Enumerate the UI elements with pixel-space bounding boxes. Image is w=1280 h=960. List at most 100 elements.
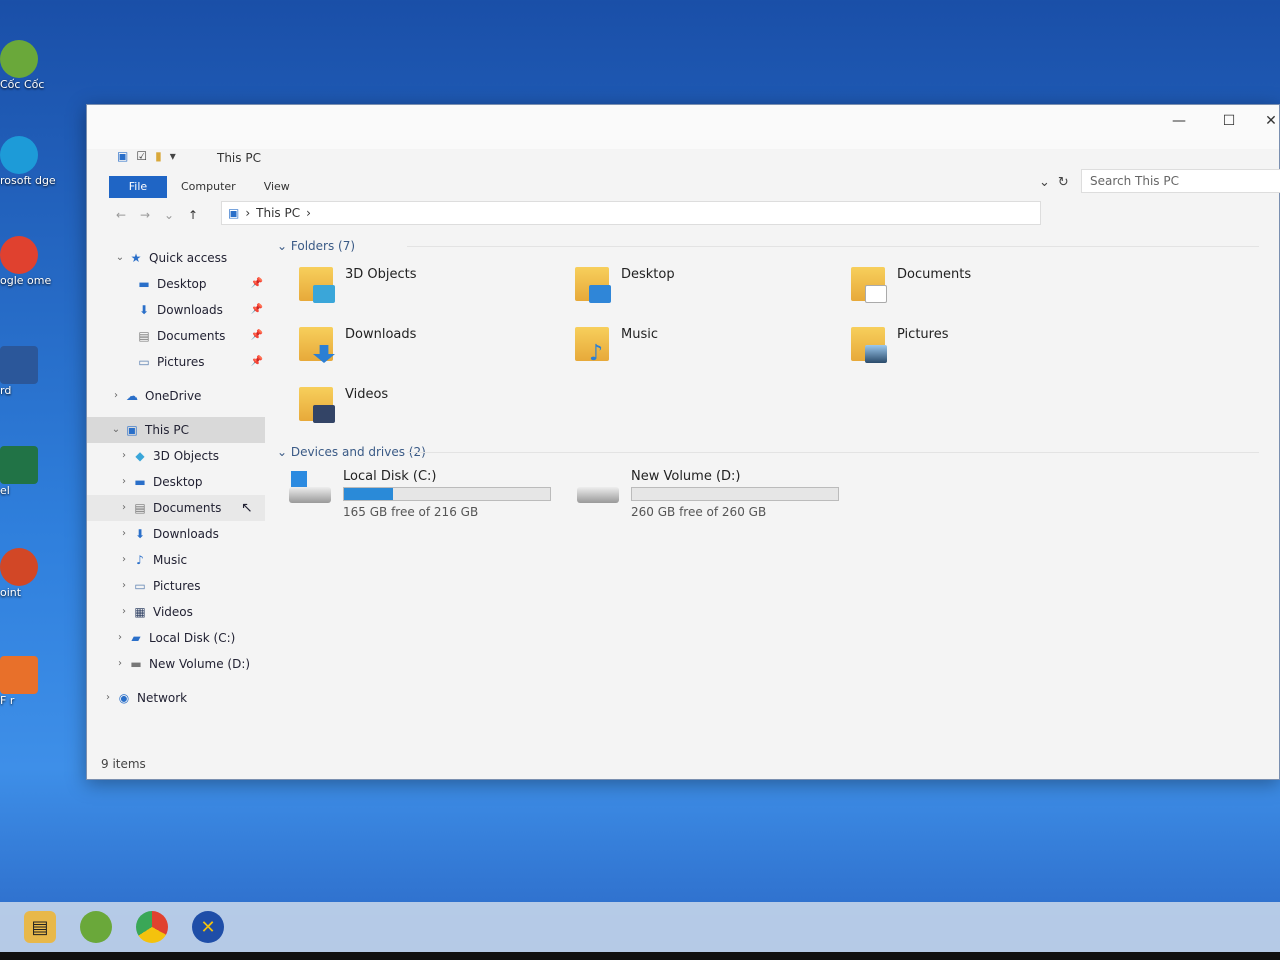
nav-quick-desktop[interactable]: ▬ Desktop 📌 — [87, 271, 267, 297]
nav-item-label: Pictures — [153, 579, 201, 593]
folder-downloads-icon — [297, 321, 337, 365]
nav-onedrive[interactable]: › ☁ OneDrive — [87, 383, 267, 409]
folder-label: Videos — [345, 387, 389, 402]
nav-pc-videos[interactable]: › ▦ Videos — [87, 599, 267, 625]
chevron-down-icon[interactable]: ⌄ — [113, 245, 127, 271]
desktop-icon-word[interactable]: rd — [0, 346, 44, 398]
folder-label: Music — [621, 327, 658, 342]
breadcrumb-chevron-icon[interactable]: › — [306, 206, 311, 220]
drive-icon — [575, 469, 621, 515]
desktop-icon-powerpoint[interactable]: oint — [0, 548, 44, 600]
folder-desktop[interactable]: Desktop — [573, 261, 849, 313]
chevron-right-icon[interactable]: › — [113, 651, 127, 677]
tab-computer[interactable]: Computer — [167, 176, 250, 198]
chevron-right-icon[interactable]: › — [101, 685, 115, 711]
chrome-icon — [0, 236, 38, 274]
nav-pc-documents[interactable]: › ▤ Documents ↖ — [87, 495, 265, 521]
minimize-button[interactable]: — — [1159, 113, 1199, 129]
pdf-icon — [0, 656, 38, 694]
properties-icon[interactable]: ☑ — [136, 149, 147, 163]
desktop-icon-edge[interactable]: rosoft dge — [0, 136, 56, 188]
desktop-icon-label: rd — [0, 384, 12, 397]
word-icon — [0, 346, 38, 384]
nav-pc-music[interactable]: › ♪ Music — [87, 547, 267, 573]
chevron-right-icon[interactable]: › — [117, 599, 131, 625]
nav-item-label: Desktop — [153, 475, 203, 489]
folder-pictures[interactable]: Pictures — [849, 321, 1125, 373]
nav-pc-local-disk-c[interactable]: › ▰ Local Disk (C:) — [87, 625, 267, 651]
chevron-right-icon[interactable]: › — [117, 573, 131, 599]
desktop-icon-label: rosoft dge — [0, 174, 56, 187]
drive-usage-bar — [631, 487, 839, 501]
coccoc-icon[interactable] — [80, 911, 112, 943]
windows-drive-icon — [287, 469, 333, 515]
drive-local-disk-c[interactable]: Local Disk (C:) 165 GB free of 216 GB — [287, 469, 555, 519]
nav-network[interactable]: › ◉ Network — [87, 685, 267, 711]
address-bar[interactable]: ▣ › This PC › — [221, 201, 1041, 225]
folder-3d-objects[interactable]: 3D Objects — [297, 261, 573, 313]
chevron-down-icon[interactable]: ⌄ — [1039, 175, 1050, 190]
folder-videos[interactable]: Videos — [297, 381, 573, 433]
nav-pc-3d-objects[interactable]: › ◆ 3D Objects — [87, 443, 267, 469]
forward-button[interactable]: → — [133, 208, 157, 222]
chevron-right-icon[interactable]: › — [117, 443, 131, 469]
nav-pc-downloads[interactable]: › ⬇ Downloads — [87, 521, 267, 547]
recent-locations-button[interactable]: ⌄ — [157, 208, 181, 222]
search-input[interactable]: Search This PC — [1081, 169, 1280, 193]
desktop-icon-label: ogle ome — [0, 274, 52, 287]
nav-item-label: Documents — [153, 501, 222, 515]
maximize-button[interactable]: ☐ — [1209, 113, 1249, 129]
cube-icon: ◆ — [135, 449, 145, 463]
folder-documents[interactable]: Documents — [849, 261, 1125, 313]
chevron-right-icon[interactable]: › — [117, 469, 131, 495]
desktop-icon-coccoc[interactable]: Cốc Cốc — [0, 40, 44, 92]
folder-music[interactable]: ♪ Music — [573, 321, 849, 373]
this-pc-icon: ▣ — [117, 149, 129, 163]
nav-quick-downloads[interactable]: ⬇ Downloads 📌 — [87, 297, 267, 323]
nav-pc-pictures[interactable]: › ▭ Pictures — [87, 573, 267, 599]
file-explorer-icon[interactable]: ▤ — [24, 911, 56, 943]
chevron-down-icon[interactable]: ⌄ — [109, 417, 123, 443]
nav-pc-desktop[interactable]: › ▬ Desktop — [87, 469, 267, 495]
customize-toolbar-icon[interactable]: ▾ — [170, 149, 176, 163]
documents-icon: ▤ — [134, 501, 146, 515]
chevron-right-icon[interactable]: › — [117, 547, 131, 573]
up-button[interactable]: ↑ — [181, 208, 205, 222]
nav-pc-new-volume-d[interactable]: › ▬ New Volume (D:) — [87, 651, 267, 677]
nav-quick-pictures[interactable]: ▭ Pictures 📌 — [87, 349, 267, 375]
new-folder-icon[interactable]: ▮ — [155, 149, 162, 163]
chevron-right-icon[interactable]: › — [109, 383, 123, 409]
folders-group-header[interactable]: ⌄ Folders (7) — [277, 235, 1279, 257]
nav-quick-access[interactable]: ⌄ ★ Quick access — [87, 245, 267, 271]
drive-new-volume-d[interactable]: New Volume (D:) 260 GB free of 260 GB — [575, 469, 843, 519]
refresh-icon[interactable]: ↻ — [1058, 175, 1069, 190]
drive-free-space: 165 GB free of 216 GB — [343, 505, 479, 519]
chevron-right-icon[interactable]: › — [113, 625, 127, 651]
breadcrumb-this-pc[interactable]: This PC — [256, 206, 300, 220]
window-title: This PC — [217, 151, 261, 165]
drives-group-header[interactable]: ⌄ Devices and drives (2) — [277, 441, 1279, 463]
nav-quick-documents[interactable]: ▤ Documents 📌 — [87, 323, 267, 349]
tab-file[interactable]: File — [109, 176, 167, 198]
close-button[interactable]: ✕ — [1251, 113, 1280, 129]
nav-this-pc[interactable]: ⌄ ▣ This PC — [87, 417, 265, 443]
desktop-icon-pdf[interactable]: F r — [0, 656, 44, 708]
desktop-icon: ▬ — [138, 277, 150, 291]
chevron-right-icon[interactable]: › — [117, 521, 131, 547]
xmind-icon[interactable]: ✕ — [192, 911, 224, 943]
nav-item-label: Documents — [157, 329, 226, 343]
chrome-icon[interactable] — [136, 911, 168, 943]
mouse-cursor-icon: ↖ — [241, 500, 253, 516]
desktop-icon-excel[interactable]: el — [0, 446, 44, 498]
nav-item-label: Quick access — [149, 251, 228, 265]
folder-downloads[interactable]: Downloads — [297, 321, 573, 373]
status-bar-item-count: 9 items — [101, 757, 146, 771]
drive-label: Local Disk (C:) — [343, 469, 437, 484]
desktop-icon-chrome[interactable]: ogle ome — [0, 236, 52, 288]
chevron-right-icon[interactable]: › — [117, 495, 131, 521]
desktop-icon-label: oint — [0, 586, 22, 599]
chevron-down-icon: ⌄ — [277, 445, 291, 459]
tab-view[interactable]: View — [250, 176, 304, 198]
this-pc-icon: ▣ — [228, 206, 240, 220]
back-button[interactable]: ← — [109, 208, 133, 222]
